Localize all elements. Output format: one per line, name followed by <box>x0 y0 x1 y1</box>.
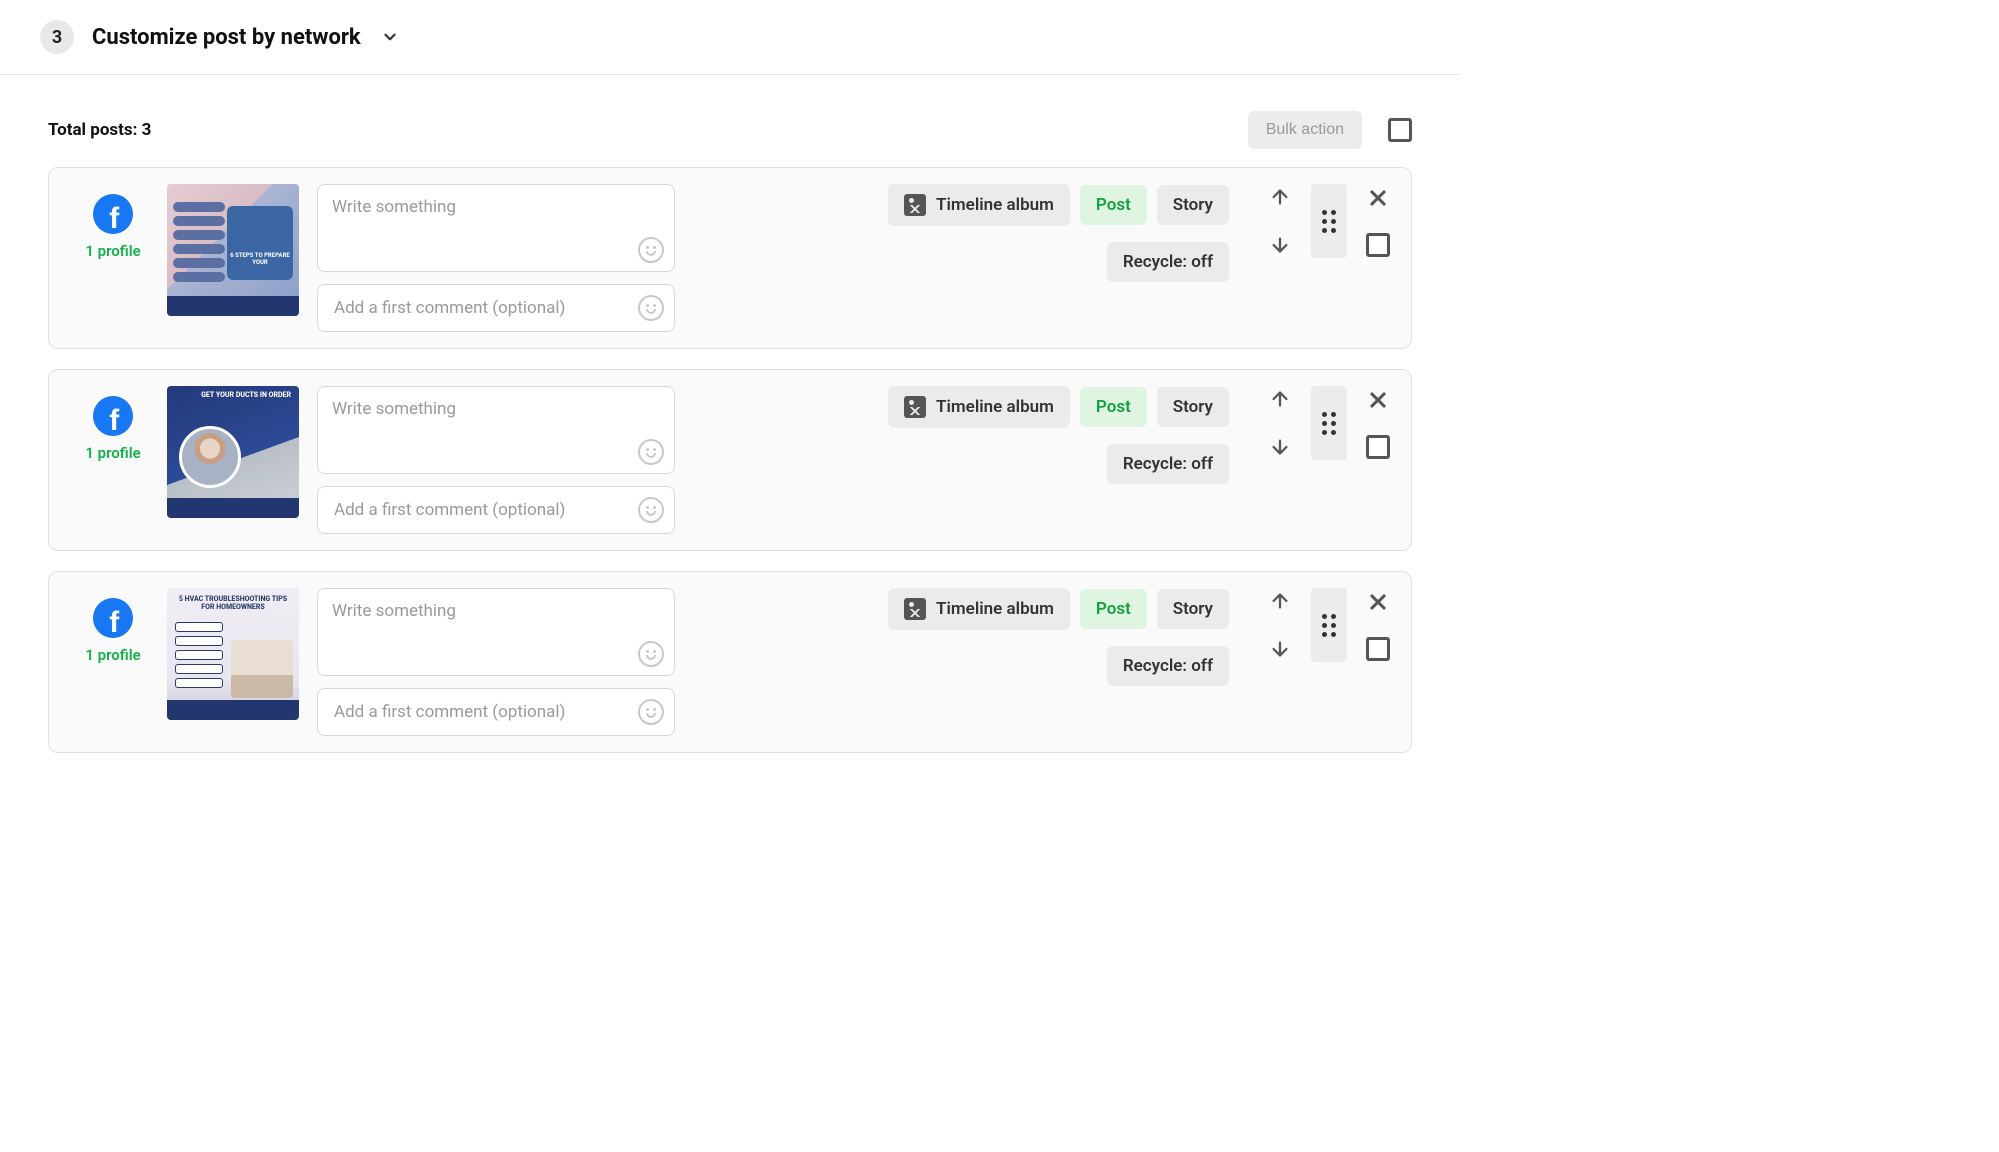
select-card-checkbox[interactable] <box>1366 233 1390 257</box>
timeline-album-button[interactable]: Timeline album <box>888 386 1070 428</box>
emoji-icon[interactable] <box>638 699 664 725</box>
network-column: 1 profile <box>77 386 149 462</box>
first-comment-placeholder: Add a first comment (optional) <box>334 298 565 318</box>
drag-icon <box>1322 614 1336 637</box>
move-down-button[interactable] <box>1267 232 1293 258</box>
first-comment-input[interactable]: Add a first comment (optional) <box>317 688 675 736</box>
facebook-icon[interactable] <box>93 396 133 436</box>
facebook-icon[interactable] <box>93 194 133 234</box>
select-card-checkbox[interactable] <box>1366 435 1390 459</box>
recycle-toggle[interactable]: Recycle: off <box>1107 646 1229 686</box>
image-icon <box>904 194 926 216</box>
profile-count: 1 profile <box>85 444 140 462</box>
options-column: Timeline album Post Story Recycle: off <box>693 184 1229 282</box>
card-controls <box>1247 184 1391 258</box>
timeline-album-button[interactable]: Timeline album <box>888 588 1070 630</box>
options-column: Timeline album Post Story Recycle: off <box>693 386 1229 484</box>
post-thumbnail[interactable]: 6 STEPS TO PREPARE YOUR <box>167 184 299 316</box>
post-type-tabs: Timeline album Post Story <box>888 386 1229 428</box>
first-comment-placeholder: Add a first comment (optional) <box>334 702 565 722</box>
post-type-tabs: Timeline album Post Story <box>888 588 1229 630</box>
step-badge: 3 <box>40 20 74 54</box>
recycle-toggle[interactable]: Recycle: off <box>1107 242 1229 282</box>
chevron-down-icon[interactable] <box>381 28 399 46</box>
image-icon <box>904 396 926 418</box>
drag-icon <box>1322 412 1336 435</box>
first-comment-input[interactable]: Add a first comment (optional) <box>317 284 675 332</box>
remove-card-button[interactable] <box>1365 589 1391 615</box>
section-header: 3 Customize post by network <box>0 0 1460 75</box>
post-text-input[interactable]: Write something <box>317 588 675 676</box>
story-tab[interactable]: Story <box>1157 589 1229 629</box>
story-tab[interactable]: Story <box>1157 387 1229 427</box>
card-controls <box>1247 588 1391 662</box>
remove-card-button[interactable] <box>1365 387 1391 413</box>
move-up-button[interactable] <box>1267 588 1293 614</box>
compose-column: Write something Add a first comment (opt… <box>317 386 675 534</box>
timeline-album-button[interactable]: Timeline album <box>888 184 1070 226</box>
bulk-action-button[interactable]: Bulk action <box>1248 111 1362 149</box>
step-number: 3 <box>52 27 62 48</box>
compose-column: Write something Add a first comment (opt… <box>317 184 675 332</box>
emoji-icon[interactable] <box>638 641 664 667</box>
post-tab[interactable]: Post <box>1080 185 1147 225</box>
post-thumbnail[interactable]: GET YOUR DUCTS IN ORDER <box>167 386 299 518</box>
emoji-icon[interactable] <box>638 439 664 465</box>
post-card: 1 profile GET YOUR DUCTS IN ORDER Write … <box>48 369 1412 551</box>
profile-count: 1 profile <box>85 646 140 664</box>
first-comment-placeholder: Add a first comment (optional) <box>334 500 565 520</box>
recycle-toggle[interactable]: Recycle: off <box>1107 444 1229 484</box>
total-posts-label: Total posts: 3 <box>48 120 151 140</box>
image-icon <box>904 598 926 620</box>
post-text-placeholder: Write something <box>332 601 456 621</box>
move-down-button[interactable] <box>1267 434 1293 460</box>
post-text-placeholder: Write something <box>332 197 456 217</box>
emoji-icon[interactable] <box>638 497 664 523</box>
post-tab[interactable]: Post <box>1080 589 1147 629</box>
first-comment-input[interactable]: Add a first comment (optional) <box>317 486 675 534</box>
post-card: 1 profile 5 HVAC TROUBLESHOOTING TIPS FO… <box>48 571 1412 753</box>
options-column: Timeline album Post Story Recycle: off <box>693 588 1229 686</box>
post-type-tabs: Timeline album Post Story <box>888 184 1229 226</box>
move-up-button[interactable] <box>1267 386 1293 412</box>
compose-column: Write something Add a first comment (opt… <box>317 588 675 736</box>
emoji-icon[interactable] <box>638 295 664 321</box>
subheader-actions: Bulk action <box>1248 111 1412 149</box>
drag-handle[interactable] <box>1311 386 1347 460</box>
post-tab[interactable]: Post <box>1080 387 1147 427</box>
post-card: 1 profile 6 STEPS TO PREPARE YOUR Write … <box>48 167 1412 349</box>
network-column: 1 profile <box>77 184 149 260</box>
drag-handle[interactable] <box>1311 184 1347 258</box>
move-down-button[interactable] <box>1267 636 1293 662</box>
move-up-button[interactable] <box>1267 184 1293 210</box>
remove-card-button[interactable] <box>1365 185 1391 211</box>
emoji-icon[interactable] <box>638 237 664 263</box>
profile-count: 1 profile <box>85 242 140 260</box>
section-title: Customize post by network <box>92 25 361 50</box>
select-card-checkbox[interactable] <box>1366 637 1390 661</box>
subheader: Total posts: 3 Bulk action <box>0 75 1460 167</box>
network-column: 1 profile <box>77 588 149 664</box>
post-text-input[interactable]: Write something <box>317 184 675 272</box>
cards-list: 1 profile 6 STEPS TO PREPARE YOUR Write … <box>0 167 1460 789</box>
card-controls <box>1247 386 1391 460</box>
drag-handle[interactable] <box>1311 588 1347 662</box>
post-text-input[interactable]: Write something <box>317 386 675 474</box>
select-all-checkbox[interactable] <box>1388 118 1412 142</box>
story-tab[interactable]: Story <box>1157 185 1229 225</box>
facebook-icon[interactable] <box>93 598 133 638</box>
post-thumbnail[interactable]: 5 HVAC TROUBLESHOOTING TIPS FOR HOMEOWNE… <box>167 588 299 720</box>
post-text-placeholder: Write something <box>332 399 456 419</box>
drag-icon <box>1322 210 1336 233</box>
